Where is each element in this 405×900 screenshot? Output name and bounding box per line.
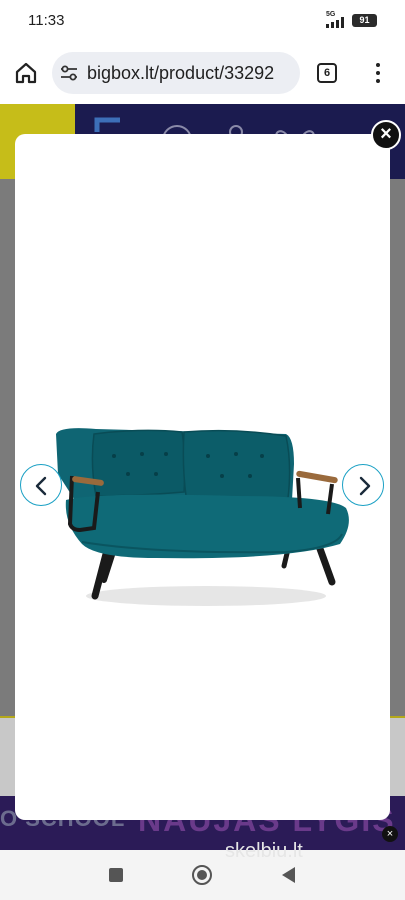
browser-toolbar: bigbox.lt/product/33292 6 (0, 42, 405, 104)
tab-switcher-button[interactable]: 6 (317, 63, 337, 83)
address-bar[interactable]: bigbox.lt/product/33292 (52, 52, 300, 94)
status-time: 11:33 (28, 12, 65, 29)
battery-icon: 91 (352, 14, 377, 27)
ad-close-button[interactable]: × (382, 826, 398, 842)
next-image-button[interactable] (342, 464, 384, 506)
signal-icon (326, 17, 348, 28)
more-menu-icon[interactable] (370, 62, 386, 84)
home-nav-icon[interactable] (191, 864, 213, 886)
status-bar: 11:33 5G 91 (0, 0, 405, 42)
recents-icon[interactable] (108, 867, 124, 883)
teal-sofa-bed-image (56, 428, 349, 606)
system-nav-bar (0, 850, 405, 900)
url-text[interactable]: bigbox.lt/product/33292 (87, 63, 274, 84)
home-icon[interactable] (12, 59, 40, 87)
site-settings-icon[interactable] (60, 64, 78, 82)
chevron-right-icon (359, 476, 371, 496)
watermark-text: skelbiu.lt (225, 840, 303, 862)
lightbox-close-button[interactable]: × (371, 120, 401, 150)
back-icon[interactable] (280, 866, 296, 884)
chevron-left-icon (35, 476, 47, 496)
previous-image-button[interactable] (20, 464, 62, 506)
